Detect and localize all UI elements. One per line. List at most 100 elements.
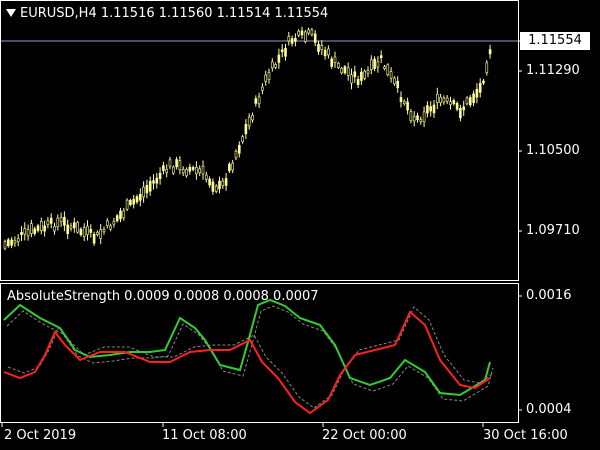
candle-body (234, 150, 238, 159)
candle-body (383, 66, 386, 70)
candle-body (468, 97, 472, 106)
candle-body (376, 61, 380, 68)
candle-body (356, 78, 360, 85)
candle-body (56, 217, 60, 228)
bear-strength-line (3, 310, 491, 415)
chart-window[interactable]: EURUSD,H4 1.11516 1.11560 1.11514 1.1155… (0, 0, 600, 450)
candle-body (343, 66, 347, 74)
candle-body (39, 221, 43, 231)
candle-body (465, 97, 469, 105)
candle-body (297, 30, 301, 36)
candlestick-series (3, 26, 492, 251)
candle-body (257, 96, 261, 105)
candle-body (208, 178, 211, 186)
candle-body (188, 166, 192, 172)
symbol-info: EURUSD,H4 1.11516 1.11560 1.11514 1.1155… (20, 6, 329, 21)
candle-body (106, 220, 109, 226)
candle-body (63, 216, 66, 226)
candle-body (119, 210, 122, 220)
candle-body (109, 225, 112, 230)
candle-body (20, 232, 23, 236)
candle-body (33, 228, 37, 234)
candle-body (287, 36, 291, 42)
candle-body (320, 45, 324, 50)
candle-body (366, 70, 370, 74)
candle-body (76, 222, 79, 233)
candle-body (363, 70, 367, 79)
candle-body (155, 177, 159, 184)
candle-body (429, 106, 433, 112)
time-axis-label: 22 Oct 00:00 (322, 428, 407, 443)
time-axis-label: 2 Oct 2019 (4, 428, 77, 443)
candle-body (422, 111, 426, 123)
candle-body (412, 116, 416, 122)
candle-body (277, 54, 281, 63)
candle-body (82, 227, 86, 237)
candle-body (135, 196, 139, 203)
candle-body (452, 100, 456, 105)
candle-body (175, 159, 178, 168)
candle-body (442, 97, 446, 103)
candle-body (132, 198, 135, 205)
candle-body (99, 229, 102, 239)
candle-body (267, 72, 271, 81)
candle-body (244, 124, 248, 135)
candle-body (122, 210, 126, 219)
candle-body (148, 180, 152, 192)
candle-body (43, 225, 46, 232)
time-axis-label: 30 Oct 16:00 (483, 428, 568, 443)
candle-body (96, 231, 99, 235)
candle-body (280, 49, 284, 53)
price-axis-label: 1.11290 (526, 63, 580, 78)
candle-body (449, 101, 452, 105)
indicator-series (3, 298, 495, 415)
candle-body (482, 80, 485, 84)
candle-body (416, 115, 419, 120)
candle-body (284, 47, 287, 57)
candle-body (36, 225, 40, 231)
candle-body (307, 29, 310, 34)
chart-canvas[interactable] (0, 0, 600, 450)
candle-body (399, 96, 403, 103)
candle-body (478, 83, 482, 93)
candle-body (115, 215, 119, 222)
candle-body (10, 239, 13, 246)
candle-body (386, 64, 390, 76)
candle-body (26, 229, 30, 237)
candle-body (350, 74, 353, 84)
candle-body (178, 160, 182, 171)
candle-body (73, 222, 76, 229)
candle-body (274, 64, 277, 68)
candle-body (261, 86, 264, 91)
candle-body (346, 67, 350, 76)
candle-body (7, 239, 10, 247)
candle-body (445, 97, 449, 102)
candle-body (53, 226, 56, 232)
candle-body (172, 166, 175, 174)
candle-body (254, 98, 258, 104)
candle-body (241, 136, 244, 143)
candle-body (142, 186, 145, 198)
candle-body (396, 80, 400, 89)
candle-body (323, 50, 327, 57)
candle-body (455, 102, 459, 110)
candle-body (145, 184, 149, 194)
candle-body (211, 181, 215, 192)
candle-body (300, 30, 304, 36)
candle-body (317, 43, 320, 52)
candle-body (162, 165, 165, 171)
candle-body (426, 105, 429, 114)
candle-body (336, 62, 340, 68)
candle-body (251, 114, 254, 121)
candle-body (360, 71, 363, 81)
symbol-menu-icon[interactable] (6, 9, 16, 17)
candle-body (247, 116, 251, 127)
candle-body (393, 77, 396, 85)
candle-body (49, 217, 53, 224)
candle-body (181, 169, 185, 174)
candle-body (86, 225, 89, 235)
candle-body (290, 38, 294, 44)
candle-body (389, 71, 393, 79)
candle-body (221, 180, 225, 187)
candle-body (59, 217, 63, 222)
